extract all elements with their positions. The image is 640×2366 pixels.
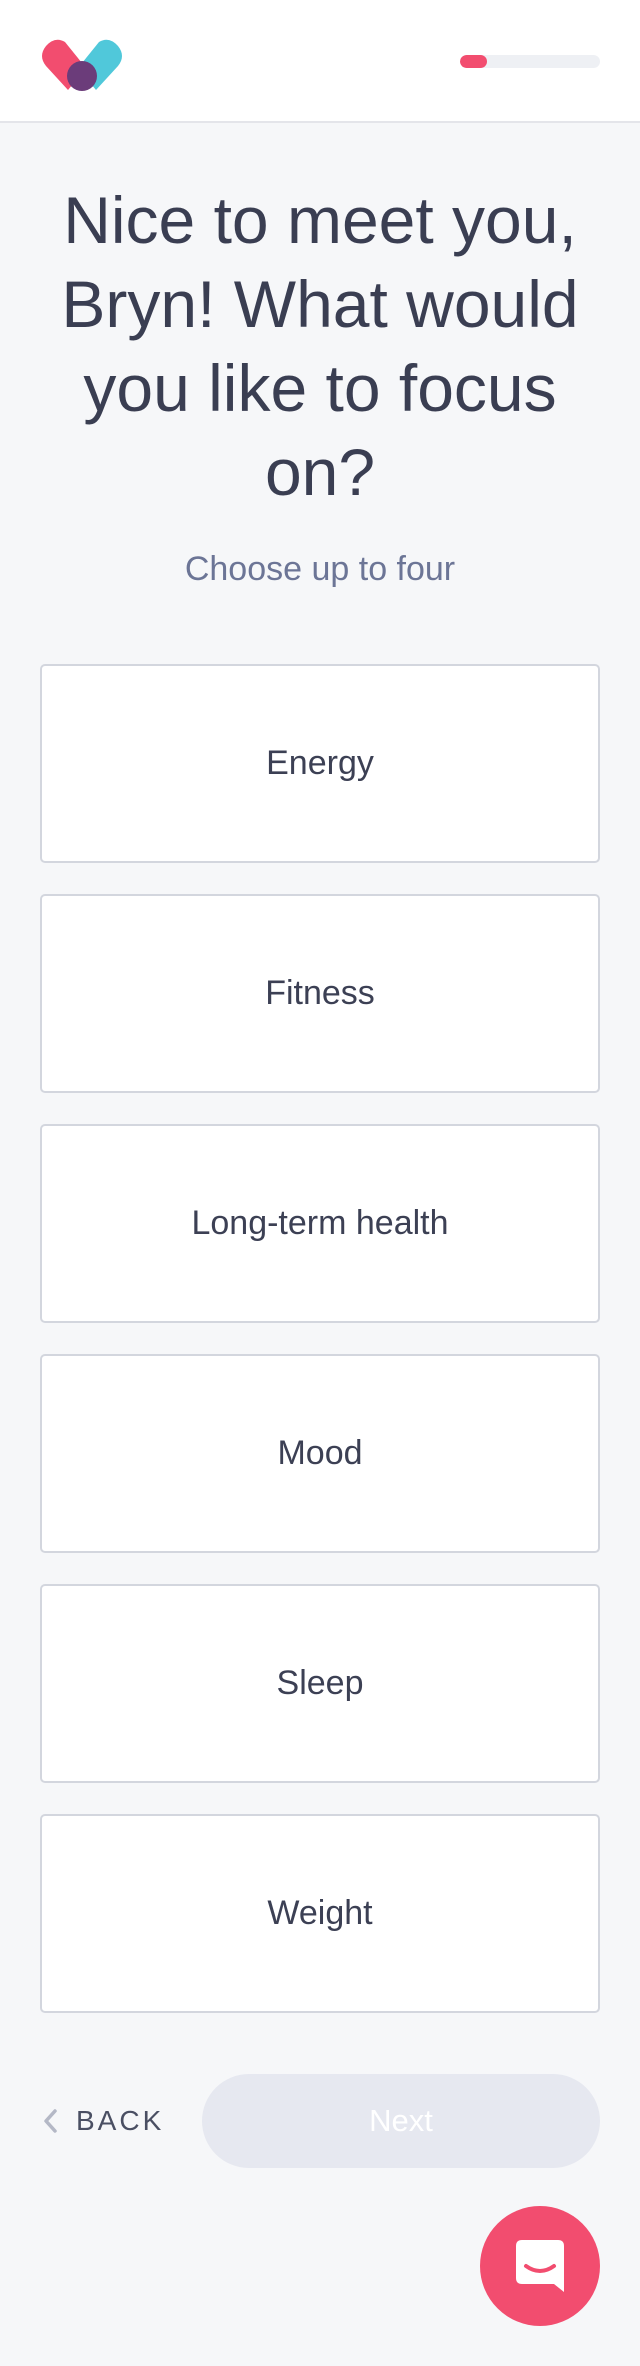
next-button[interactable]: Next	[202, 2074, 600, 2168]
chat-button[interactable]	[480, 2206, 600, 2326]
option-sleep[interactable]: Sleep	[40, 1584, 600, 1783]
header-bar	[0, 0, 640, 123]
chevron-left-icon	[44, 2109, 57, 2133]
back-button-label: BACK	[76, 2105, 165, 2136]
progress-bar-fill	[460, 55, 487, 68]
option-long-term-health[interactable]: Long-term health	[40, 1124, 600, 1323]
focus-options-list: Energy Fitness Long-term health Mood Sle…	[40, 664, 600, 2044]
back-button[interactable]: BACK	[40, 2074, 164, 2168]
option-fitness[interactable]: Fitness	[40, 894, 600, 1093]
option-weight[interactable]: Weight	[40, 1814, 600, 2013]
heart-logo-icon[interactable]	[38, 32, 126, 94]
page-subtitle: Choose up to four	[184, 550, 456, 588]
option-mood[interactable]: Mood	[40, 1354, 600, 1553]
footer-nav: BACK Next	[40, 2074, 600, 2168]
page-title: Nice to meet you, Bryn! What would you l…	[61, 183, 579, 509]
chat-bubble-icon	[516, 2240, 564, 2292]
option-energy[interactable]: Energy	[40, 664, 600, 863]
progress-bar	[460, 55, 600, 68]
